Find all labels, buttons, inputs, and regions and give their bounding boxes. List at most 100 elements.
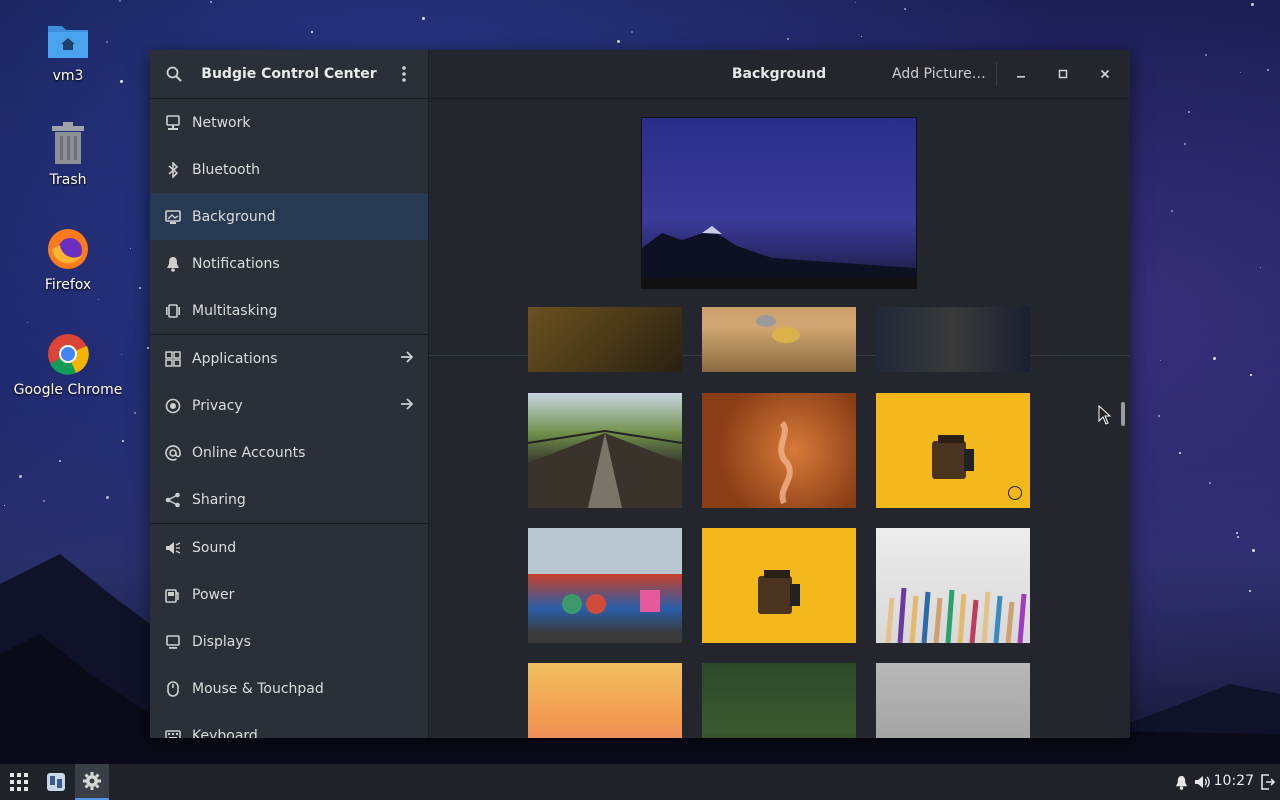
main-header: Background Add Picture… — [429, 50, 1130, 99]
volume-icon — [1195, 776, 1210, 788]
bell-icon — [163, 254, 183, 274]
network-icon — [163, 113, 183, 133]
star — [1157, 414, 1160, 417]
sidebar-item-displays[interactable]: Displays — [150, 618, 428, 665]
sidebar-item-background[interactable]: Background — [150, 193, 428, 240]
sidebar-nav-group-2: Applications Privacy Online Accounts Sha… — [150, 335, 428, 523]
star — [786, 37, 789, 40]
minimize-button[interactable] — [1007, 60, 1035, 88]
sidebar-item-label: Privacy — [192, 397, 243, 414]
power-icon — [163, 585, 183, 605]
sidebar-item-power[interactable]: Power — [150, 571, 428, 618]
star — [27, 575, 30, 578]
app-menu-button[interactable] — [4, 764, 34, 800]
taskbar-item-control-center[interactable] — [75, 764, 109, 800]
panel-title: Background — [731, 66, 827, 82]
display-icon — [163, 632, 183, 652]
wallpaper-thumbnail[interactable] — [528, 393, 682, 508]
sidebar-item-sharing[interactable]: Sharing — [150, 476, 428, 523]
wallpaper-thumbnail[interactable] — [876, 528, 1030, 643]
wallpaper-thumbnail[interactable] — [702, 307, 856, 372]
menu-button[interactable] — [388, 58, 420, 90]
desktop-icon-vm3[interactable]: vm3 — [12, 18, 124, 84]
arrow-right-icon — [400, 350, 414, 367]
sidebar-item-label: Online Accounts — [192, 444, 306, 461]
desktop-icon-trash[interactable]: Trash — [12, 122, 124, 188]
close-button[interactable] — [1091, 60, 1119, 88]
wallpaper-thumbnail[interactable] — [528, 663, 682, 738]
gear-icon — [83, 772, 101, 790]
mouse-pointer-icon — [1098, 405, 1112, 425]
sidebar-item-bluetooth[interactable]: Bluetooth — [150, 146, 428, 193]
selected-check-icon — [1008, 486, 1022, 500]
star — [1178, 452, 1181, 455]
sidebar-item-applications[interactable]: Applications — [150, 335, 428, 382]
wallpaper-thumbnail[interactable] — [528, 307, 682, 372]
star — [1183, 143, 1186, 146]
star — [1212, 357, 1216, 361]
applications-icon — [163, 349, 183, 369]
add-picture-button[interactable]: Add Picture… — [892, 66, 986, 82]
star — [861, 35, 863, 37]
star — [106, 495, 110, 499]
star — [617, 39, 621, 43]
star — [1160, 359, 1162, 361]
clock[interactable]: 10:27 — [1214, 773, 1254, 789]
volume-button[interactable] — [1192, 764, 1212, 800]
star — [1237, 536, 1240, 539]
at-icon — [163, 443, 183, 463]
star — [26, 322, 28, 324]
desktop-icon-google-chrome[interactable]: Google Chrome — [12, 332, 124, 398]
star — [1239, 72, 1241, 74]
star — [1208, 481, 1211, 484]
taskbar-item-file-manager[interactable] — [42, 764, 70, 800]
sidebar-item-keyboard[interactable]: Keyboard — [150, 712, 428, 738]
wallpaper-thumbnail[interactable] — [876, 663, 1030, 738]
control-center-window: Budgie Control Center Network Bluetooth … — [150, 50, 1130, 738]
desktop-icon-firefox[interactable]: Firefox — [12, 227, 124, 293]
sidebar-item-label: Power — [192, 586, 235, 603]
sidebar-item-privacy[interactable]: Privacy — [150, 382, 428, 429]
sidebar-item-notifications[interactable]: Notifications — [150, 240, 428, 287]
wallpaper-thumbnail-selected[interactable] — [876, 393, 1030, 508]
star — [631, 31, 634, 34]
star — [3, 504, 5, 506]
star — [1187, 110, 1190, 113]
wallpaper-thumbnail[interactable] — [876, 307, 1030, 372]
mouse-icon — [163, 679, 183, 699]
logout-button[interactable] — [1260, 764, 1276, 800]
wallpaper-thumbnail[interactable] — [702, 393, 856, 508]
maximize-button[interactable] — [1049, 60, 1077, 88]
home-folder-icon — [46, 18, 90, 62]
wallpaper-thumbnail[interactable] — [702, 528, 856, 643]
sidebar-item-online-accounts[interactable]: Online Accounts — [150, 429, 428, 476]
close-icon — [1100, 69, 1110, 79]
sidebar-item-multitasking[interactable]: Multitasking — [150, 287, 428, 334]
sidebar-item-mouse-touchpad[interactable]: Mouse & Touchpad — [150, 665, 428, 712]
sidebar-item-label: Sharing — [192, 491, 246, 508]
logout-icon — [1261, 774, 1275, 790]
wallpaper-thumbnail[interactable] — [528, 528, 682, 643]
scrollbar-thumb[interactable] — [1121, 402, 1125, 426]
notifications-button[interactable] — [1172, 764, 1190, 800]
star — [1266, 68, 1269, 71]
file-manager-icon — [47, 773, 65, 791]
sidebar-item-label: Network — [192, 114, 251, 131]
wallpaper-thumbnail[interactable] — [702, 663, 856, 738]
star — [1251, 549, 1255, 553]
star — [130, 247, 132, 249]
kebab-menu-icon — [402, 66, 406, 82]
sidebar-nav-group-3: Sound Power Displays Mouse & Touchpad Ke… — [150, 524, 428, 738]
star — [59, 460, 62, 463]
star — [1170, 209, 1173, 212]
sidebar-item-sound[interactable]: Sound — [150, 524, 428, 571]
star — [210, 0, 213, 3]
star — [118, 0, 121, 3]
star — [97, 299, 99, 301]
sidebar-item-label: Displays — [192, 633, 251, 650]
sidebar-item-network[interactable]: Network — [150, 99, 428, 146]
sidebar-item-label: Notifications — [192, 255, 280, 272]
star — [139, 286, 142, 289]
sidebar: Budgie Control Center Network Bluetooth … — [150, 50, 429, 738]
firefox-icon — [46, 227, 90, 271]
